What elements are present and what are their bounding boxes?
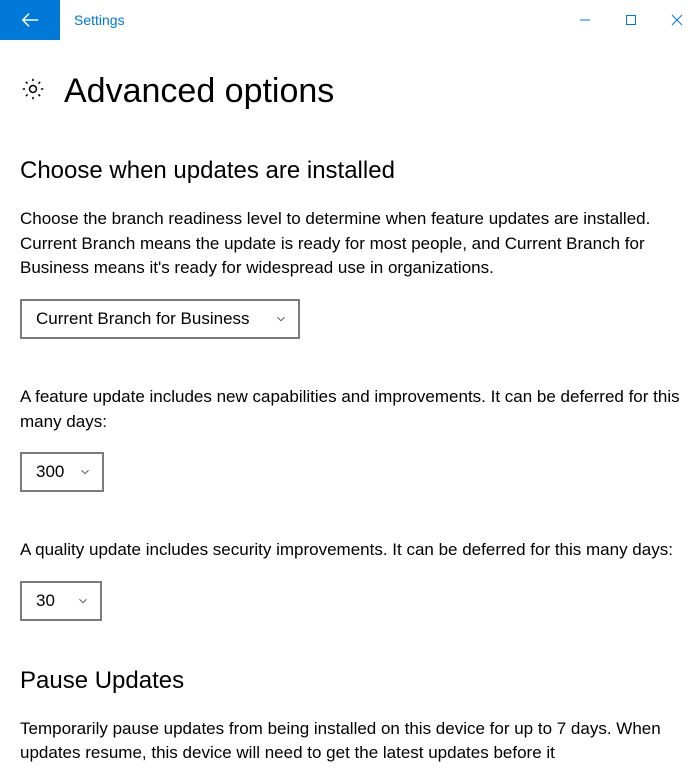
- pause-description: Temporarily pause updates from being ins…: [20, 717, 680, 766]
- chevron-down-icon: [274, 312, 288, 326]
- close-icon: [671, 14, 683, 26]
- feature-defer-text: A feature update includes new capabiliti…: [20, 385, 680, 434]
- branch-description: Choose the branch readiness level to det…: [20, 207, 680, 281]
- section-heading-install: Choose when updates are installed: [20, 157, 680, 185]
- page-header: Advanced options: [20, 72, 680, 111]
- quality-defer-dropdown[interactable]: 30: [20, 581, 102, 621]
- chevron-down-icon: [76, 594, 90, 608]
- maximize-button[interactable]: [608, 0, 654, 40]
- close-button[interactable]: [654, 0, 700, 40]
- feature-defer-value: 300: [36, 462, 64, 482]
- titlebar: Settings: [0, 0, 700, 40]
- window-controls: [562, 0, 700, 40]
- back-arrow-icon: [19, 9, 41, 31]
- back-button[interactable]: [0, 0, 60, 40]
- branch-dropdown[interactable]: Current Branch for Business: [20, 299, 300, 339]
- maximize-icon: [625, 14, 637, 26]
- quality-defer-text: A quality update includes security impro…: [20, 538, 680, 563]
- section-heading-pause: Pause Updates: [20, 667, 680, 695]
- gear-icon: [20, 76, 46, 107]
- chevron-down-icon: [78, 465, 92, 479]
- minimize-button[interactable]: [562, 0, 608, 40]
- quality-defer-value: 30: [36, 591, 55, 611]
- feature-defer-dropdown[interactable]: 300: [20, 452, 104, 492]
- minimize-icon: [579, 14, 591, 26]
- branch-dropdown-value: Current Branch for Business: [36, 309, 250, 329]
- page-title: Advanced options: [64, 72, 334, 111]
- window-title: Settings: [60, 0, 562, 40]
- content-area: Advanced options Choose when updates are…: [0, 40, 700, 766]
